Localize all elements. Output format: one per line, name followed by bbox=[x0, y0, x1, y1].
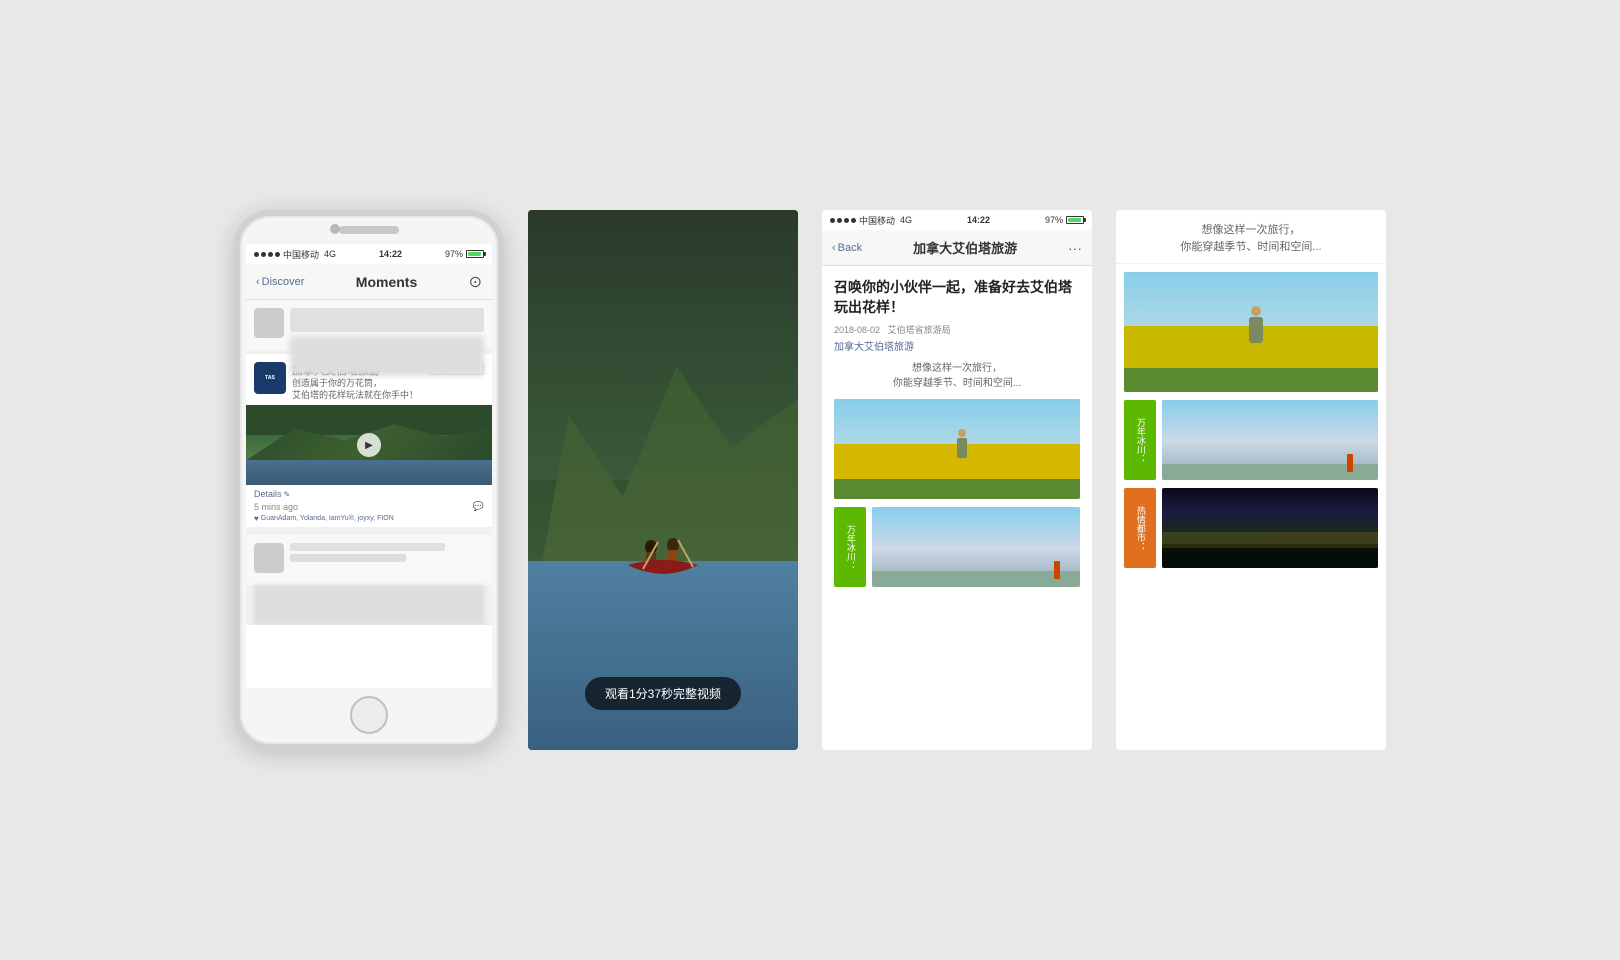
article-subtitle: 想像这样一次旅行， 你能穿越季节、时间和空间... bbox=[834, 361, 1080, 391]
glacier-label: 万年冰川： bbox=[834, 507, 866, 587]
chevron-left-icon: ‹ bbox=[256, 276, 260, 288]
back-button[interactable]: ‹ Discover bbox=[256, 276, 304, 288]
phone-home-button[interactable] bbox=[350, 696, 388, 734]
video-water-bg bbox=[246, 460, 492, 485]
article-nav: ‹ Back 加拿大艾伯塔旅游 ··· bbox=[822, 230, 1092, 266]
glacier-image bbox=[872, 507, 1080, 587]
article-nav-title: 加拿大艾伯塔旅游 bbox=[913, 238, 1017, 257]
blurred-post-1 bbox=[246, 300, 492, 350]
more-options-icon[interactable]: ··· bbox=[1068, 240, 1082, 256]
article-author-link[interactable]: 加拿大艾伯塔旅游 bbox=[834, 338, 1080, 353]
video-cta-button[interactable]: 观看1分37秒完整视频 bbox=[585, 677, 741, 710]
advertiser-avatar: TAS bbox=[254, 362, 286, 394]
camera-icon[interactable]: ⊙ bbox=[469, 272, 482, 292]
blurred-image-row bbox=[254, 585, 484, 625]
phone-screen: 中国移动 4G 14:22 97% ‹ Discover Moments ⊙ bbox=[246, 244, 492, 688]
article-body: 召唤你的小伙伴一起，准备好去艾伯塔玩出花样！ 2018-08-02 艾伯塔省旅游… bbox=[822, 266, 1092, 750]
video-scene-top bbox=[528, 210, 798, 750]
article-title: 召唤你的小伙伴一起，准备好去艾伯塔玩出花样！ bbox=[834, 278, 1080, 317]
ad-desc-1: 创造属于你的万花筒， bbox=[292, 378, 423, 390]
feed-footer: Details ✎ 5 mins ago 💬 ♥ GuanAdam, Yolan… bbox=[246, 485, 492, 527]
scene: 中国移动 4G 14:22 97% ‹ Discover Moments ⊙ bbox=[194, 170, 1426, 790]
video-play-button[interactable]: ▶ bbox=[357, 433, 381, 457]
phone-nav-bar: ‹ Discover Moments ⊙ bbox=[246, 264, 492, 300]
likes-list: ♥ GuanAdam, Yolanda, IamYu®, joyxy, FION bbox=[254, 514, 484, 523]
article-hero-image bbox=[834, 399, 1080, 499]
article-status-bar: 中国移动 4G 14:22 97% bbox=[822, 210, 1092, 230]
article-panel: 中国移动 4G 14:22 97% ‹ Back 加拿大艾伯塔旅游 ··· 召唤… bbox=[822, 210, 1092, 750]
city-image-right bbox=[1162, 488, 1378, 568]
phone-status-bar: 中国移动 4G 14:22 97% bbox=[246, 244, 492, 264]
article-back-button[interactable]: ‹ Back bbox=[832, 242, 862, 254]
status-battery: 97% bbox=[445, 249, 484, 259]
blurred-avatar-1 bbox=[254, 308, 284, 338]
ad-desc-2: 艾伯塔的花样玩法就在你手中！ bbox=[292, 390, 423, 402]
content-images: 万年冰川： 热情都市： bbox=[1116, 264, 1386, 750]
blurred-post-2 bbox=[246, 535, 492, 585]
glacier-label-right: 万年冰川： bbox=[1124, 400, 1156, 480]
content-panel: 想像这样一次旅行， 你能穿越季节、时间和空间... 万年冰川： bbox=[1116, 210, 1386, 750]
nav-title: Moments bbox=[356, 274, 417, 290]
post-time: 5 mins ago 💬 bbox=[254, 501, 484, 512]
blurred-avatar-2 bbox=[254, 543, 284, 573]
feed-video-thumbnail[interactable]: ▶ bbox=[246, 405, 492, 485]
details-link[interactable]: Details ✎ bbox=[254, 489, 484, 499]
ad-feed-item[interactable]: TAS 加拿大艾伯塔旅游 创造属于你的万花筒， 艾伯塔的花样玩法就在你手中！ S… bbox=[246, 354, 492, 527]
city-row: 热情都市： bbox=[1124, 488, 1378, 568]
glacier-image-right bbox=[1162, 400, 1378, 480]
status-time: 14:22 bbox=[379, 249, 402, 259]
video-player-panel[interactable]: 观看1分37秒完整视频 bbox=[528, 210, 798, 750]
glacier-row: 万年冰川： bbox=[1124, 400, 1378, 480]
pencil-icon: ✎ bbox=[284, 490, 291, 499]
status-carrier: 中国移动 4G bbox=[254, 248, 336, 261]
content-hero-image bbox=[1124, 272, 1378, 392]
content-header: 想像这样一次旅行， 你能穿越季节、时间和空间... bbox=[1116, 210, 1386, 264]
phone-feed: TAS 加拿大艾伯塔旅游 创造属于你的万花筒， 艾伯塔的花样玩法就在你手中！ S… bbox=[246, 300, 492, 625]
chevron-left-icon: ‹ bbox=[832, 242, 836, 254]
city-label-right: 热情都市： bbox=[1124, 488, 1156, 568]
phone-mockup: 中国移动 4G 14:22 97% ‹ Discover Moments ⊙ bbox=[234, 210, 504, 750]
article-image-grid: 万年冰川： bbox=[834, 507, 1080, 587]
article-meta: 2018-08-02 艾伯塔省旅游局 bbox=[834, 323, 1080, 336]
